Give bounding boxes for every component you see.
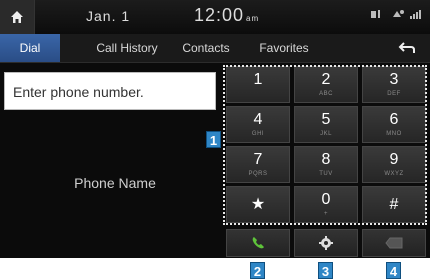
- call-icon: [252, 237, 264, 249]
- status-time-ampm: am: [246, 14, 260, 23]
- tab-contacts[interactable]: Contacts: [170, 34, 242, 62]
- signal-icon: [410, 10, 421, 19]
- key-1[interactable]: 1: [226, 66, 290, 103]
- backspace-button[interactable]: [362, 229, 426, 257]
- key-5[interactable]: 5 JKL: [294, 106, 358, 143]
- key-digit: ★: [250, 196, 266, 213]
- key-9[interactable]: 9 WXYZ: [362, 146, 426, 183]
- callout-4: 4: [386, 262, 401, 279]
- settings-button[interactable]: [294, 229, 358, 257]
- status-date: Jan. 1: [86, 8, 131, 24]
- key-digit: 2: [321, 71, 331, 88]
- status-bar: Jan. 1 12:00 am: [0, 0, 430, 34]
- call-button[interactable]: [226, 229, 290, 257]
- key-digit: 0: [321, 191, 331, 208]
- back-button[interactable]: [392, 37, 422, 59]
- status-icons: [370, 9, 424, 19]
- key-letters: GHI: [251, 131, 265, 137]
- tab-favorites[interactable]: Favorites: [246, 34, 322, 62]
- tab-dial[interactable]: Dial: [0, 34, 60, 62]
- key-digit: #: [389, 196, 399, 213]
- status-time-value: 12:00: [194, 5, 245, 25]
- key-digit: 5: [321, 111, 331, 128]
- key-3[interactable]: 3 DEF: [362, 66, 426, 103]
- key-hash[interactable]: #: [362, 186, 426, 223]
- back-arrow-icon: [398, 42, 415, 53]
- callout-1: 1: [206, 131, 221, 148]
- key-digit: 1: [253, 71, 263, 88]
- gear-icon: [319, 236, 333, 250]
- callout-2: 2: [250, 262, 265, 279]
- key-letters: DEF: [387, 91, 401, 97]
- tab-bar: Dial Call History Contacts Favorites: [0, 34, 430, 63]
- key-digit: 9: [389, 151, 399, 168]
- key-digit: 4: [253, 111, 263, 128]
- dial-keypad: 1 2 ABC 3 DEF 4 GHI 5 JKL 6 MNO 7 PQRS 8 TUV 9 W…: [224, 66, 430, 224]
- bluetooth-phone-icon: [371, 10, 380, 18]
- key-7[interactable]: 7 PQRS: [226, 146, 290, 183]
- key-letters: ABC: [319, 91, 333, 97]
- key-8[interactable]: 8 TUV: [294, 146, 358, 183]
- home-icon: [11, 11, 23, 23]
- key-letters: MNO: [386, 131, 402, 137]
- key-2[interactable]: 2 ABC: [294, 66, 358, 103]
- key-4[interactable]: 4 GHI: [226, 106, 290, 143]
- key-letters: PQRS: [248, 171, 268, 177]
- key-digit: 3: [389, 71, 399, 88]
- backspace-icon: [385, 237, 403, 249]
- key-letters: +: [323, 211, 328, 217]
- phone-name: Phone Name: [74, 175, 156, 191]
- key-0[interactable]: 0 +: [294, 186, 358, 223]
- key-6[interactable]: 6 MNO: [362, 106, 426, 143]
- phone-dial-screen: Jan. 1 12:00 am Dial Call History Contact…: [0, 0, 430, 258]
- callout-3: 3: [318, 262, 333, 279]
- key-digit: 6: [389, 111, 399, 128]
- bluetooth-audio-icon: [393, 10, 404, 17]
- phone-number-input[interactable]: Enter phone number.: [4, 72, 216, 110]
- status-time: 12:00 am: [194, 5, 259, 26]
- key-digit: 7: [253, 151, 263, 168]
- home-button[interactable]: [0, 0, 35, 34]
- key-star[interactable]: ★: [226, 186, 290, 223]
- key-letters: JKL: [320, 131, 332, 137]
- key-letters: WXYZ: [384, 171, 404, 177]
- key-letters: TUV: [319, 171, 333, 177]
- key-digit: 8: [321, 151, 331, 168]
- tab-call-history[interactable]: Call History: [84, 34, 170, 62]
